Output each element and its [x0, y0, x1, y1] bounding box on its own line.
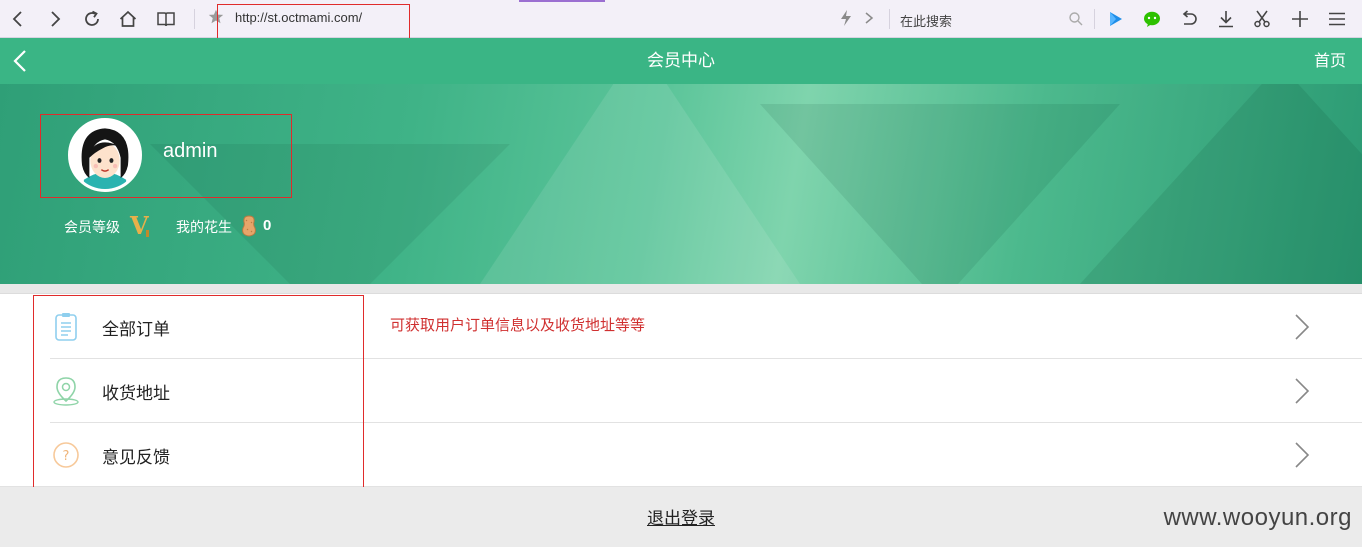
banner-decoration — [1080, 84, 1362, 284]
peanut-count: 0 — [263, 217, 272, 234]
logout-button[interactable]: 退出登录 — [647, 509, 715, 529]
url-highlight-box — [217, 4, 410, 40]
reading-mode-icon[interactable] — [154, 7, 178, 31]
home-link[interactable]: 首页 — [1314, 38, 1346, 84]
logout-row: 退出登录 — [0, 487, 1362, 551]
search-input[interactable]: 在此搜索 — [900, 11, 952, 30]
member-level-badge-icon: V — [128, 211, 154, 240]
forward-icon[interactable] — [43, 7, 67, 31]
video-play-icon[interactable] — [1104, 8, 1126, 30]
wechat-icon[interactable] — [1141, 8, 1163, 30]
tab-accent-line — [519, 0, 605, 2]
chevron-right-icon — [1295, 314, 1310, 340]
new-tab-plus-icon[interactable] — [1289, 8, 1311, 30]
annotation-note: 可获取用户订单信息以及收货地址等等 — [390, 316, 646, 334]
home-icon[interactable] — [116, 7, 140, 31]
chevron-right-icon — [1295, 442, 1310, 468]
member-level-label: 会员等级 — [64, 220, 120, 236]
user-highlight-box — [40, 114, 292, 198]
banner-decoration — [760, 104, 1120, 284]
peanut-icon — [242, 215, 256, 237]
toolbar-separator — [1094, 9, 1095, 29]
menu-hamburger-icon[interactable] — [1326, 8, 1348, 30]
chevron-right-icon — [1295, 378, 1310, 404]
toolbar-separator — [194, 9, 195, 29]
chevron-right-icon[interactable] — [862, 10, 876, 26]
undo-close-icon[interactable] — [1178, 8, 1200, 30]
banner-decoration — [480, 84, 800, 284]
back-icon[interactable] — [6, 7, 30, 31]
search-icon[interactable] — [1068, 11, 1084, 27]
app-header: 会员中心 首页 — [0, 38, 1362, 84]
section-gap — [0, 284, 1362, 294]
header-back-icon[interactable] — [10, 48, 32, 74]
refresh-icon[interactable] — [80, 7, 104, 31]
watermark: www.wooyun.org — [1163, 504, 1352, 531]
profile-banner: admin 会员等级 V 我的花生 0 — [0, 84, 1362, 284]
scissors-icon[interactable] — [1251, 8, 1273, 30]
page-title: 会员中心 — [647, 51, 715, 71]
browser-toolbar: http://st.octmami.com/ 在此搜索 — [0, 0, 1362, 40]
menu-highlight-box — [33, 295, 364, 503]
toolbar-separator — [889, 9, 890, 29]
download-icon[interactable] — [1215, 8, 1237, 30]
peanut-label: 我的花生 — [176, 220, 232, 236]
lightning-icon[interactable] — [838, 9, 854, 27]
footer: 退出登录 www.wooyun.org — [0, 487, 1362, 547]
